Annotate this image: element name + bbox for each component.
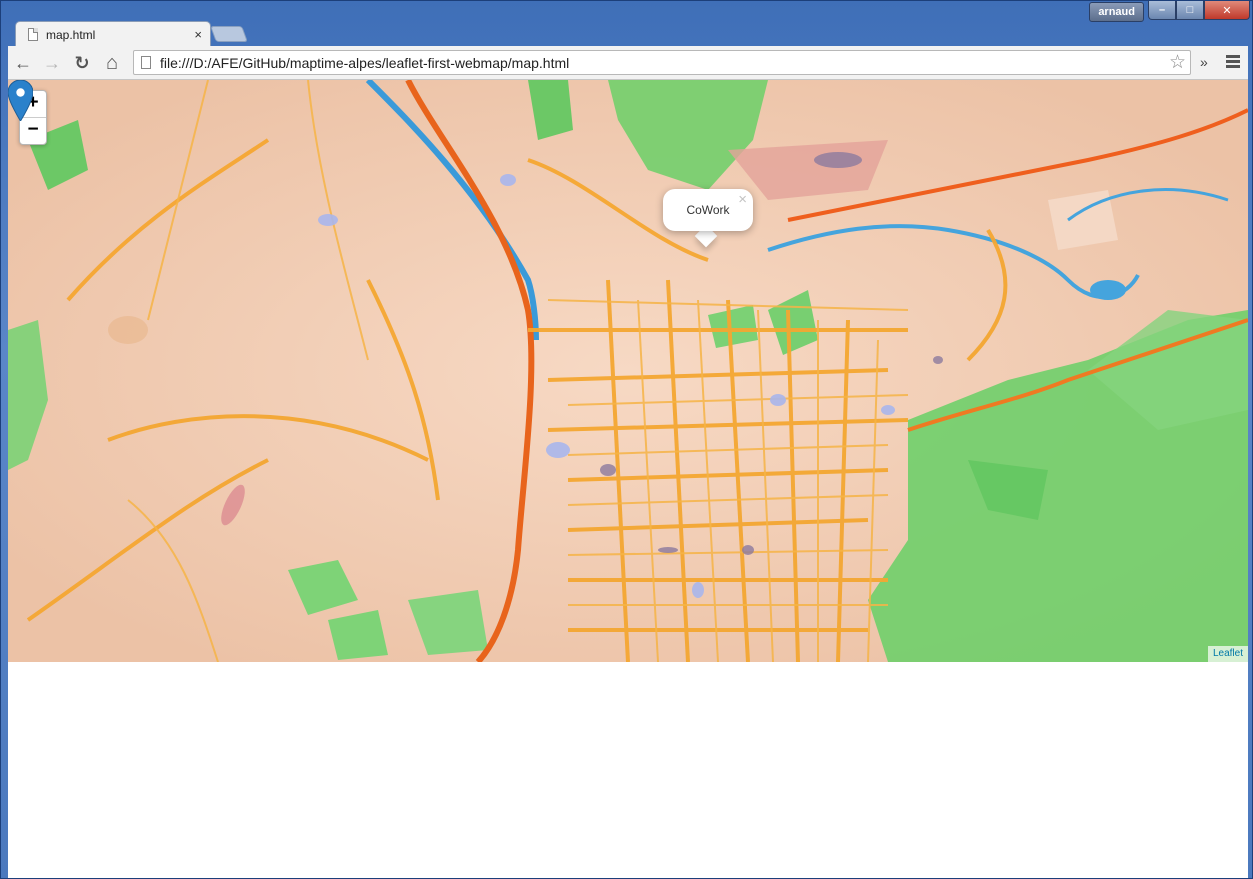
maximize-button[interactable]: □ [1176,1,1204,20]
tab-map-html[interactable]: map.html × [15,21,211,47]
title-bar: arnaud – □ ✕ map.html × [1,1,1253,47]
tab-close-icon[interactable]: × [194,27,202,42]
browser-window: arnaud – □ ✕ map.html × ← → ↻ ⌂ file:///… [0,0,1253,879]
menu-icon[interactable] [1226,55,1240,70]
page-content: + − × CoWork Leaflet [8,80,1248,878]
address-bar[interactable]: file:///D:/AFE/GitHub/maptime-alpes/leaf… [133,50,1191,75]
attribution[interactable]: Leaflet [1207,646,1248,662]
reload-button[interactable]: ↻ [71,52,93,74]
tab-title: map.html [46,27,96,42]
popup-text: CoWork [686,203,730,217]
window-controls: – □ ✕ [1148,1,1250,23]
extensions-chevron-icon[interactable]: » [1200,54,1208,70]
map-marker-icon[interactable] [8,80,33,121]
user-badge: arnaud [1089,2,1144,22]
map[interactable]: + − × CoWork Leaflet [8,80,1248,662]
bookmark-star-icon[interactable]: ☆ [1169,52,1186,74]
minimize-button[interactable]: – [1148,1,1176,20]
toolbar: ← → ↻ ⌂ file:///D:/AFE/GitHub/maptime-al… [8,46,1248,80]
page-icon [141,56,151,69]
close-window-button[interactable]: ✕ [1204,1,1250,20]
forward-button[interactable]: → [41,52,63,74]
url-text[interactable]: file:///D:/AFE/GitHub/maptime-alpes/leaf… [160,55,1169,71]
zoom-out-button[interactable]: − [20,118,46,144]
back-button[interactable]: ← [12,52,34,74]
map-tiles [8,80,1248,662]
home-button[interactable]: ⌂ [101,52,123,74]
new-tab-button[interactable] [210,26,248,42]
page-icon [28,28,38,41]
marker-popup: × CoWork [663,189,753,231]
